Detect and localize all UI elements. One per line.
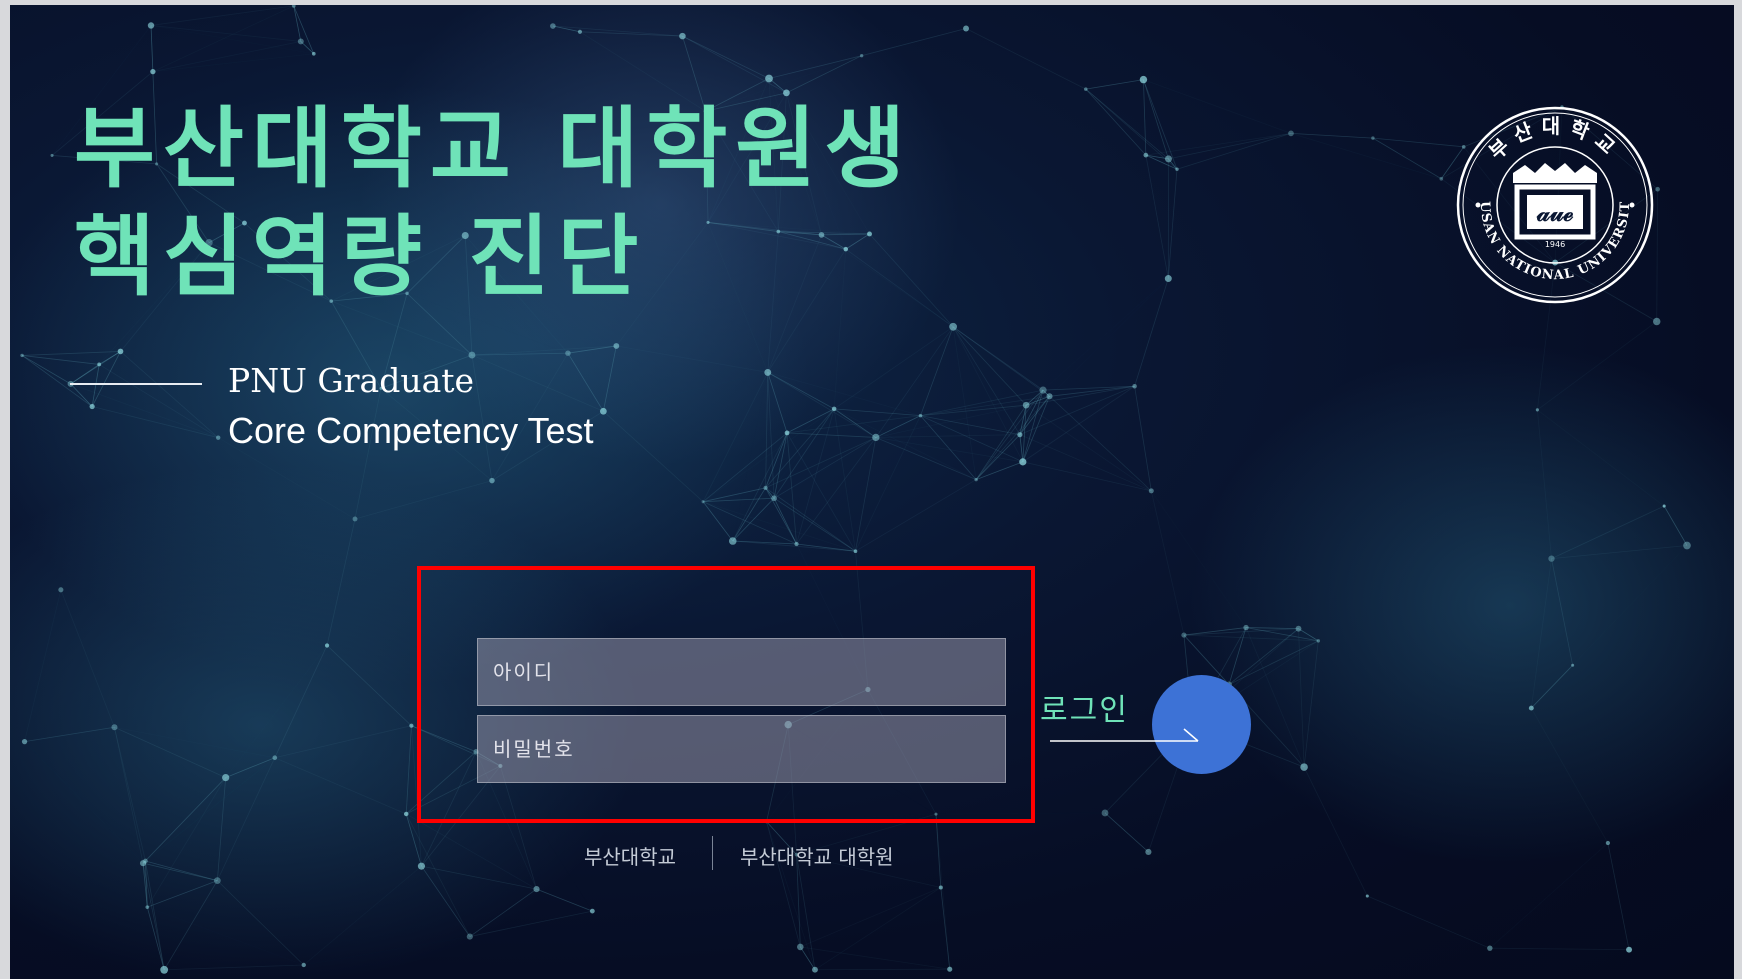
footer-link-graduate-school[interactable]: 부산대학교 대학원: [740, 841, 894, 870]
university-seal-logo: 부산대학교 PUSAN NATIONAL UNIVERSITY 𝒶𝓊ℯ 1946: [1455, 105, 1654, 304]
footer-link-university[interactable]: 부산대학교: [584, 841, 676, 870]
seal-emblem-icon: 𝒶𝓊ℯ 1946: [1513, 163, 1597, 249]
user-id-input[interactable]: [477, 638, 1006, 706]
password-input[interactable]: [477, 715, 1006, 783]
subtitle-english-line-1: PNU Graduate: [228, 361, 475, 400]
seal-year: 1946: [1545, 240, 1565, 249]
seal-emblem-text: 𝒶𝓊ℯ: [1536, 198, 1574, 227]
footer-separator: [712, 836, 713, 870]
subtitle-english-line-2: Core Competency Test: [228, 410, 594, 451]
login-page: 부산대학교 대학원생 핵심역량 진단 PNU Graduate Core Com…: [10, 5, 1734, 979]
page-title-line-2: 핵심역량 진단: [74, 205, 647, 308]
subtitle-divider: [70, 383, 202, 385]
page-title-line-1: 부산대학교 대학원생: [74, 97, 914, 200]
login-button-label[interactable]: 로그인: [1040, 685, 1129, 729]
login-button[interactable]: 로그인: [1040, 665, 1260, 775]
arrow-right-icon: [1050, 728, 1199, 742]
